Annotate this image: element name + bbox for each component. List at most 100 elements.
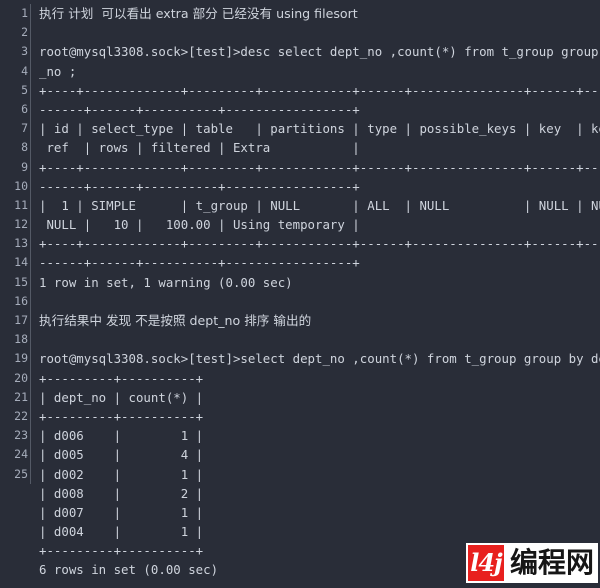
code-line-text: +----+-------------+---------+----------… <box>39 236 600 252</box>
line-number: 2 <box>21 25 28 40</box>
gutter-divider <box>28 176 34 197</box>
code-line: 24 | d005 | 4 | <box>0 445 600 465</box>
gutter-divider <box>28 311 34 331</box>
gutter-divider <box>28 349 34 369</box>
code-line: 11 | 1 | SIMPLE | t_group | NULL | ALL | … <box>0 195 600 216</box>
gutter-divider <box>28 560 34 579</box>
code-line-text: | d008 | 2 | <box>39 485 204 501</box>
code-line: 16 <box>0 291 600 312</box>
code-line-text: +---------+----------+ <box>39 370 204 386</box>
gutter-divider <box>28 541 34 560</box>
code-line: 3 root@mysql3308.sock>[test]>desc select … <box>0 42 600 62</box>
line-number: 1 <box>21 6 28 20</box>
code-line-text: 6 rows in set (0.00 sec) <box>39 562 219 578</box>
line-number: 16 <box>14 293 28 308</box>
code-line: 14 ------+------+----------+-------------… <box>0 253 600 273</box>
gutter-divider <box>28 4 34 24</box>
gutter-divider <box>28 157 34 177</box>
code-line: 1 执行 计划 可以看出 extra 部分 已经没有 using filesort <box>0 4 600 24</box>
gutter-divider <box>28 464 34 484</box>
code-line: 6 ------+------+----------+--------------… <box>0 99 600 120</box>
code-line-text: root@mysql3308.sock>[test]>select dept_n… <box>39 351 600 367</box>
code-line: | d008 | 2 | <box>0 484 600 503</box>
line-number: 17 <box>14 313 28 327</box>
code-line: 2 <box>0 23 600 43</box>
line-number: 8 <box>21 140 28 155</box>
gutter-divider <box>28 253 34 273</box>
code-line-text: _no ; <box>39 63 77 79</box>
code-line-text: 执行结果中 发现 不是按照 dept_no 排序 输出的 <box>39 313 312 328</box>
code-line-text: +---------+----------+ <box>39 543 204 559</box>
code-line-text: 1 row in set, 1 warning (0.00 sec) <box>39 274 293 290</box>
code-line-text: +----+-------------+---------+----------… <box>39 159 600 175</box>
code-line-text: | d006 | 1 | <box>39 428 204 444</box>
line-number: 5 <box>21 82 28 97</box>
code-line-text: ------+------+----------+---------------… <box>39 101 360 117</box>
site-watermark: l4j 编程网 <box>465 543 598 583</box>
line-number: 13 <box>14 236 28 251</box>
code-line: 18 <box>0 330 600 350</box>
line-number: 11 <box>14 197 28 212</box>
code-line-text: ------+------+----------+---------------… <box>39 255 360 271</box>
line-number: 15 <box>14 274 28 289</box>
code-line-text: | dept_no | count(*) | <box>39 389 204 405</box>
gutter-divider <box>28 195 34 216</box>
code-line: 22 +---------+----------+ <box>0 406 600 427</box>
line-number: 6 <box>21 101 28 116</box>
terminal-code-block: 1 执行 计划 可以看出 extra 部分 已经没有 using filesort… <box>0 0 600 588</box>
code-line-text: +----+-------------+---------+----------… <box>39 82 600 98</box>
gutter-divider <box>28 291 34 312</box>
code-line-text: | d004 | 1 | <box>39 524 204 540</box>
gutter-divider <box>28 61 34 81</box>
gutter-divider <box>28 272 34 293</box>
line-number: 7 <box>21 121 28 136</box>
code-line: 17 执行结果中 发现 不是按照 dept_no 排序 输出的 <box>0 311 600 331</box>
gutter-divider <box>28 138 34 158</box>
code-line: 13 +----+-------------+---------+--------… <box>0 234 600 254</box>
gutter-divider <box>28 330 34 350</box>
line-number: 18 <box>14 332 28 347</box>
code-line-text: | d005 | 4 | <box>39 447 204 463</box>
line-number: 14 <box>14 255 28 270</box>
line-number: 24 <box>14 447 28 462</box>
gutter-divider <box>28 234 34 254</box>
gutter-divider <box>28 368 34 388</box>
code-line-text: NULL | 10 | 100.00 | Using temporary | <box>39 217 360 233</box>
code-line-text: ------+------+----------+---------------… <box>39 178 360 194</box>
code-line: | d004 | 1 | <box>0 522 600 541</box>
code-line-text: +---------+----------+ <box>39 408 204 424</box>
gutter-divider <box>28 426 34 446</box>
code-line: 20 +---------+----------+ <box>0 368 600 388</box>
line-number: 4 <box>21 63 28 78</box>
line-number: 12 <box>14 217 28 232</box>
watermark-label: 编程网 <box>509 546 594 579</box>
gutter-divider <box>28 387 34 408</box>
gutter-divider <box>28 42 34 62</box>
code-line: | d007 | 1 | <box>0 503 600 522</box>
code-line-text: 执行 计划 可以看出 extra 部分 已经没有 using filesort <box>39 6 358 21</box>
gutter-divider <box>28 215 34 235</box>
code-line: 9 +----+-------------+---------+---------… <box>0 157 600 177</box>
code-line-text: | d002 | 1 | <box>39 466 204 482</box>
code-line: 10 ------+------+----------+-------------… <box>0 176 600 197</box>
gutter-divider <box>28 503 34 522</box>
gutter-divider <box>28 23 34 43</box>
code-line: 15 1 row in set, 1 warning (0.00 sec) <box>0 272 600 293</box>
code-line-list: 1 执行 计划 可以看出 extra 部分 已经没有 using filesort… <box>0 4 600 580</box>
code-line-text: | d007 | 1 | <box>39 504 204 520</box>
line-number: 23 <box>14 428 28 443</box>
line-number: 9 <box>21 159 28 174</box>
code-line: 19 root@mysql3308.sock>[test]>select dept… <box>0 349 600 369</box>
line-number: 19 <box>14 351 28 366</box>
code-line: 21 | dept_no | count(*) | <box>0 387 600 408</box>
code-line-text: | id | select_type | table | partitions … <box>39 121 600 137</box>
code-line: 5 +----+-------------+---------+---------… <box>0 80 600 101</box>
code-line-text: root@mysql3308.sock>[test]>desc select d… <box>39 44 600 60</box>
gutter-divider <box>28 99 34 120</box>
code-line: 23 | d006 | 1 | <box>0 426 600 446</box>
line-number: 3 <box>21 44 28 59</box>
code-line-text: | 1 | SIMPLE | t_group | NULL | ALL | NU… <box>39 197 600 213</box>
code-line: 8 ref | rows | filtered | Extra | <box>0 138 600 158</box>
gutter-divider <box>28 119 34 139</box>
code-line: 7 | id | select_type | table | partitions… <box>0 119 600 139</box>
